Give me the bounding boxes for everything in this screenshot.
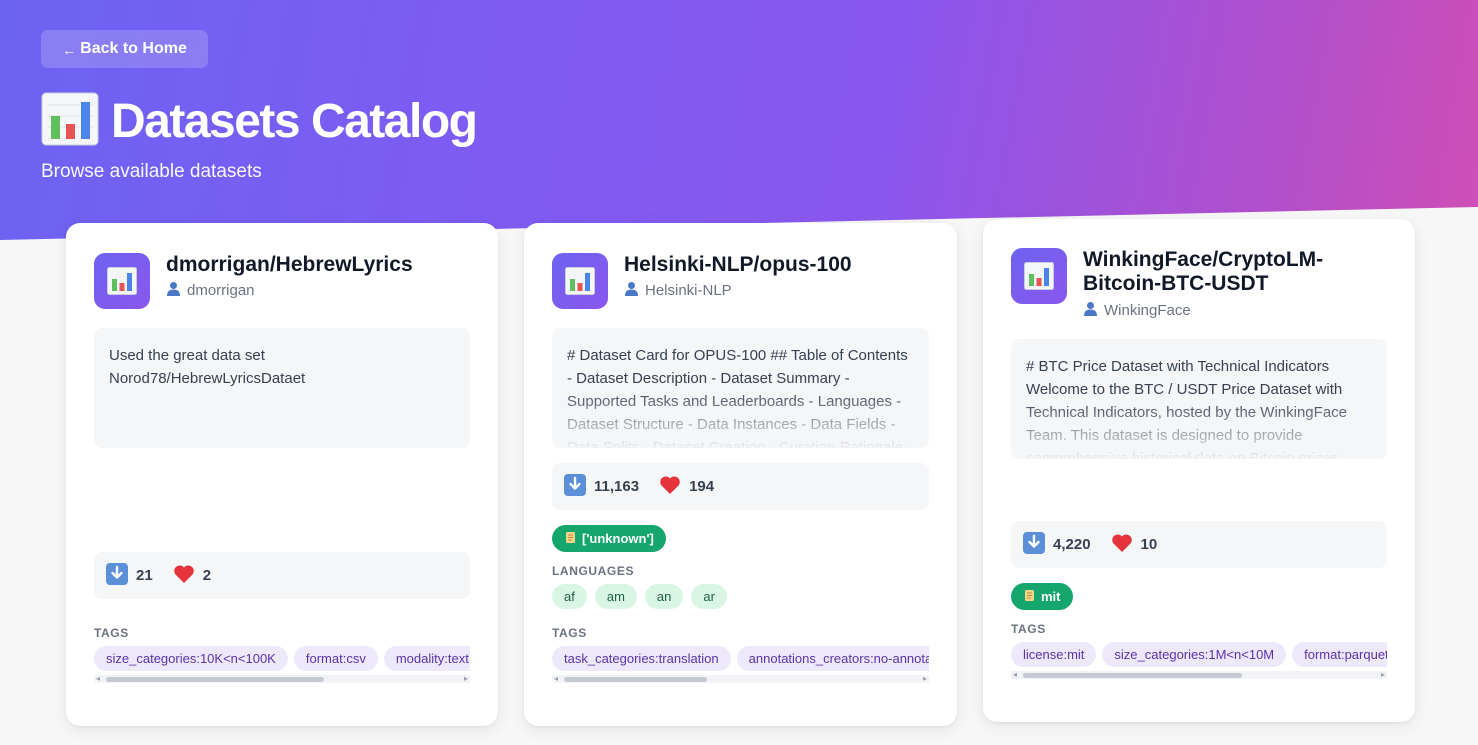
page-subtitle: Browse available datasets	[41, 161, 262, 182]
tag-pill[interactable]: license:mit	[1011, 642, 1097, 667]
language-pill[interactable]: am	[594, 584, 637, 609]
tag-pill[interactable]: task_categories:translation	[552, 646, 731, 671]
dataset-title[interactable]: Helsinki-NLP/opus-100	[624, 253, 934, 277]
scrollbar-thumb[interactable]	[1023, 673, 1242, 678]
license-label: ['unknown']	[582, 531, 654, 546]
tags-label: TAGS	[1011, 622, 1046, 636]
tags-scroller[interactable]: task_categories:translation annotations_…	[552, 646, 929, 686]
author-name: Helsinki-NLP	[645, 282, 732, 299]
scroll-icon	[1023, 589, 1036, 605]
bar-chart-icon	[94, 253, 150, 309]
tag-pill[interactable]: format:csv	[293, 646, 378, 671]
languages-row: af am an ar	[552, 584, 735, 609]
scroll-left-icon[interactable]: ◂	[554, 674, 558, 683]
dataset-description: # BTC Price Dataset with Technical Indic…	[1011, 339, 1387, 459]
dataset-author: dmorrigan	[166, 281, 255, 300]
user-icon	[1083, 301, 1098, 320]
tags-scroller[interactable]: size_categories:10K<n<100K format:csv mo…	[94, 646, 470, 686]
download-arrow-icon	[1023, 531, 1045, 558]
language-pill[interactable]: af	[552, 584, 587, 609]
tags-scroller[interactable]: license:mit size_categories:1M<n<10M for…	[1011, 642, 1387, 682]
tags-label: TAGS	[94, 626, 129, 640]
license-label: mit	[1041, 589, 1061, 604]
scrollbar-thumb[interactable]	[564, 677, 707, 682]
scroll-icon	[564, 531, 577, 547]
scroll-left-icon[interactable]: ◂	[96, 674, 100, 683]
tags-row: task_categories:translation annotations_…	[552, 646, 929, 671]
download-arrow-icon	[106, 562, 128, 589]
tags-row: size_categories:10K<n<100K format:csv mo…	[94, 646, 470, 671]
tag-pill[interactable]: format:parquet	[1292, 642, 1387, 667]
license-badge: ['unknown']	[552, 525, 666, 552]
horizontal-scrollbar[interactable]: ◂ ▸	[552, 674, 929, 683]
languages-label: LANGUAGES	[552, 564, 635, 578]
download-arrow-icon	[564, 473, 586, 500]
heart-icon	[1111, 533, 1133, 557]
downloads-count: 4,220	[1053, 536, 1091, 553]
likes-count: 194	[689, 478, 715, 495]
horizontal-scrollbar[interactable]: ◂ ▸	[94, 674, 470, 683]
likes-stat: 10	[1111, 533, 1158, 557]
bar-chart-icon	[41, 92, 99, 151]
description-fade	[1011, 399, 1387, 459]
dataset-author: WinkingFace	[1083, 301, 1191, 320]
scroll-right-icon[interactable]: ▸	[1381, 670, 1385, 679]
tag-pill[interactable]: modality:text	[383, 646, 470, 671]
heart-icon	[173, 564, 195, 588]
likes-count: 2	[202, 567, 212, 584]
dataset-stats: 21 2	[94, 552, 470, 599]
bar-chart-icon	[552, 253, 608, 309]
dataset-description: # Dataset Card for OPUS-100 ## Table of …	[552, 328, 929, 448]
tag-pill[interactable]: size_categories:1M<n<10M	[1102, 642, 1287, 667]
page-title: Datasets Catalog	[111, 95, 478, 148]
dataset-description: Used the great data set Norod78/HebrewLy…	[94, 328, 470, 448]
tag-pill[interactable]: size_categories:10K<n<100K	[94, 646, 288, 671]
user-icon	[624, 281, 639, 300]
dataset-title[interactable]: dmorrigan/HebrewLyrics	[166, 253, 476, 277]
dataset-author: Helsinki-NLP	[624, 281, 732, 300]
scroll-left-icon[interactable]: ◂	[1013, 670, 1017, 679]
bar-chart-icon	[1011, 248, 1067, 304]
likes-stat: 194	[659, 475, 714, 499]
tags-label: TAGS	[552, 626, 587, 640]
dataset-card[interactable]: Helsinki-NLP/opus-100 Helsinki-NLP # Dat…	[524, 223, 957, 726]
author-name: WinkingFace	[1104, 302, 1191, 319]
page-header: Datasets Catalog	[41, 92, 478, 151]
scroll-right-icon[interactable]: ▸	[464, 674, 468, 683]
scroll-right-icon[interactable]: ▸	[923, 674, 927, 683]
dataset-stats: 4,220 10	[1011, 521, 1387, 568]
downloads-stat: 4,220	[1023, 531, 1091, 558]
dataset-card[interactable]: WinkingFace/CryptoLM-Bitcoin-BTC-USDT Wi…	[983, 219, 1415, 722]
description-fade	[552, 388, 929, 448]
dataset-card[interactable]: dmorrigan/HebrewLyrics dmorrigan Used th…	[66, 223, 498, 726]
author-name: dmorrigan	[187, 282, 255, 299]
user-icon	[166, 281, 181, 300]
scrollbar-thumb[interactable]	[106, 677, 324, 682]
dataset-title[interactable]: WinkingFace/CryptoLM-Bitcoin-BTC-USDT	[1083, 248, 1393, 296]
horizontal-scrollbar[interactable]: ◂ ▸	[1011, 670, 1387, 679]
dataset-stats: 11,163 194	[552, 463, 929, 510]
heart-icon	[659, 475, 681, 499]
language-pill[interactable]: ar	[691, 584, 727, 609]
back-button-label: Back to Home	[80, 40, 187, 57]
language-pill[interactable]: an	[644, 584, 684, 609]
tags-row: license:mit size_categories:1M<n<10M for…	[1011, 642, 1387, 667]
description-text: Used the great data set Norod78/HebrewLy…	[109, 347, 306, 387]
downloads-count: 21	[136, 567, 153, 584]
tag-pill[interactable]: annotations_creators:no-annotation	[736, 646, 929, 671]
arrow-left-icon: ←	[62, 42, 77, 58]
license-badge: mit	[1011, 583, 1073, 610]
back-to-home-button[interactable]: ← Back to Home	[41, 30, 208, 68]
likes-count: 10	[1140, 536, 1158, 553]
downloads-stat: 21	[106, 562, 153, 589]
downloads-stat: 11,163	[564, 473, 640, 500]
likes-stat: 2	[173, 564, 211, 588]
downloads-count: 11,163	[594, 478, 640, 495]
